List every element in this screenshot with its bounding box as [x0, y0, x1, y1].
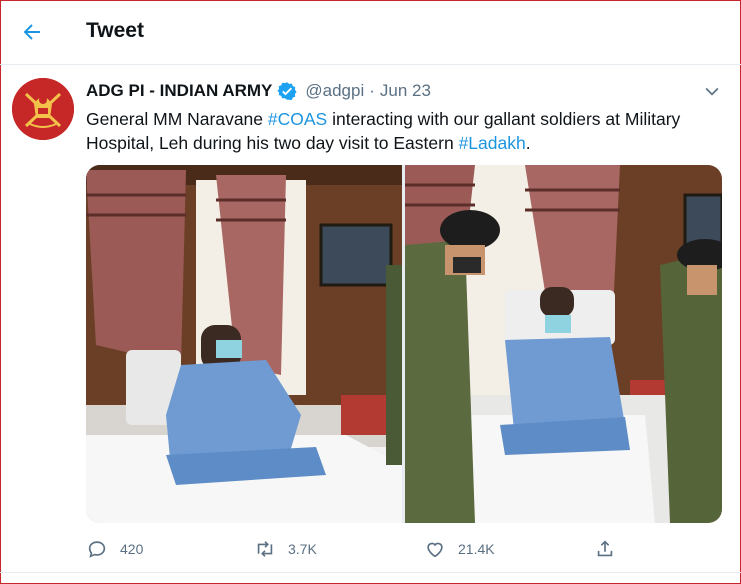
tweet-media: [86, 165, 722, 523]
army-emblem-icon: [12, 78, 74, 140]
verified-badge-icon: [277, 82, 297, 101]
avatar[interactable]: [12, 78, 74, 140]
retweet-icon: [257, 541, 273, 557]
hashtag-link[interactable]: #COAS: [268, 109, 327, 129]
tweet-text-part: .: [525, 133, 531, 153]
heart-icon: [427, 542, 443, 558]
reply-icon: [88, 541, 106, 558]
share-button[interactable]: [594, 534, 616, 564]
tweet-date[interactable]: Jun 23: [380, 81, 431, 101]
photo-general-visiting-soldier[interactable]: [405, 165, 722, 523]
chevron-down-icon[interactable]: [702, 81, 722, 101]
tweet-actions: 420 3.7K 21.4K: [86, 534, 726, 564]
tweet-text: General MM Naravane #COAS interacting wi…: [86, 107, 726, 155]
photo-soldier-on-hospital-bed[interactable]: [86, 165, 402, 523]
author-name[interactable]: ADG PI - INDIAN ARMY: [86, 81, 272, 101]
author-row: ADG PI - INDIAN ARMY @adgpi · Jun 23: [86, 80, 431, 102]
tweet-header: Tweet: [0, 0, 741, 65]
share-icon: [597, 540, 613, 557]
author-handle[interactable]: @adgpi: [305, 81, 364, 101]
separator-dot: ·: [369, 81, 375, 100]
reply-button[interactable]: 420: [86, 534, 143, 564]
tweet-text-part: General MM Naravane: [86, 109, 268, 129]
reply-count: 420: [120, 541, 144, 557]
like-count: 21.4K: [458, 541, 495, 557]
photo-image: [86, 165, 402, 523]
photo-image: [405, 165, 722, 523]
hashtag-link[interactable]: #Ladakh: [459, 133, 526, 153]
like-button[interactable]: 21.4K: [424, 534, 495, 564]
arrow-left-icon[interactable]: [20, 20, 44, 44]
page-title: Tweet: [86, 19, 144, 42]
retweet-button[interactable]: 3.7K: [254, 534, 317, 564]
retweet-count: 3.7K: [288, 541, 317, 557]
divider: [0, 572, 741, 573]
